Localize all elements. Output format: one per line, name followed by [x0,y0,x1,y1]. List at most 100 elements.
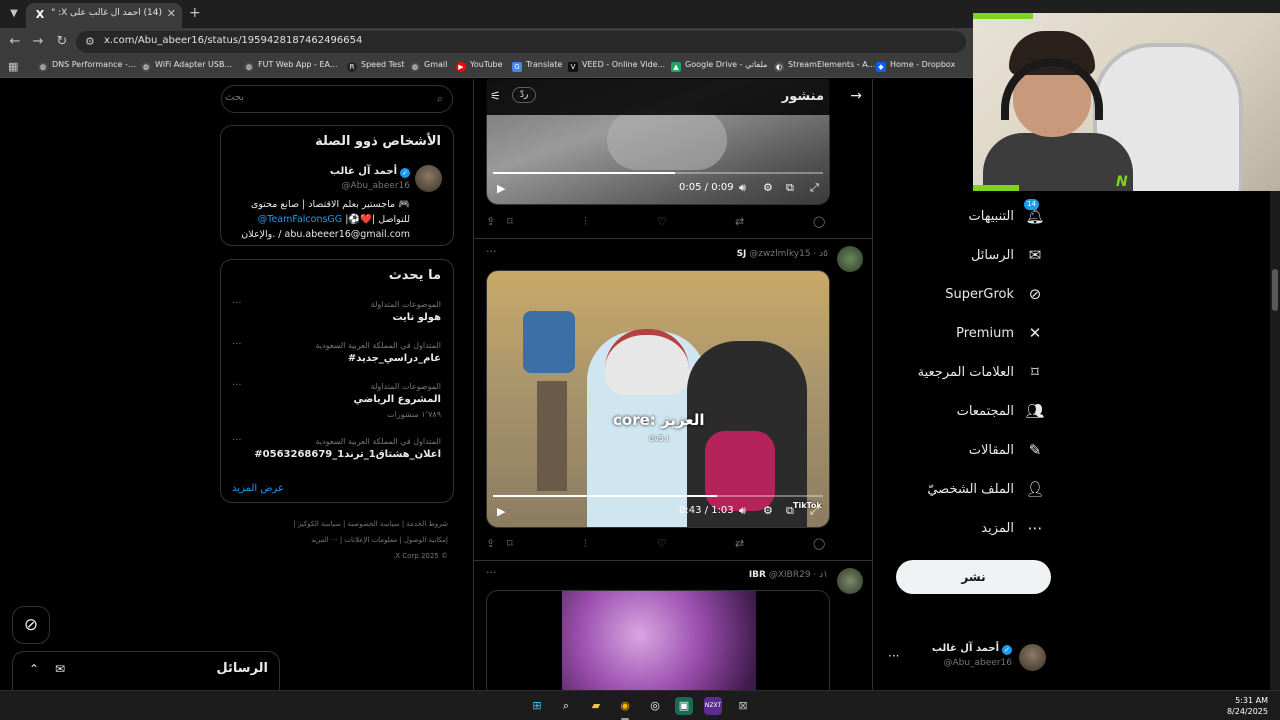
like-icon[interactable]: ♡ [657,537,667,550]
bookmark-item[interactable]: ◍ WiFi Adapter USB... [141,60,232,72]
video-progress[interactable] [493,495,823,497]
volume-icon[interactable]: 🔊︎ [739,504,746,518]
bookmark-item[interactable]: ▶ YouTube [456,60,503,72]
file-explorer-icon[interactable]: ▰ [587,697,605,715]
repost-icon[interactable]: ⇄ [735,215,744,228]
account-switcher[interactable]: أحمد آل غالب ✓ @Abu_abeer16 ··· [886,639,1046,675]
pip-icon[interactable]: ⧉ [786,181,794,195]
views-icon[interactable]: ⫶ [584,215,587,229]
post-divider [474,560,872,561]
more-icon[interactable]: ··· [888,649,899,663]
nav-item-more[interactable]: المزيد ⋯ [900,513,1044,543]
nav-item-messages[interactable]: الرسائل ✉ [900,240,1044,270]
obs-icon[interactable]: ◎ [646,697,664,715]
bookmark-item[interactable]: ◍ FUT Web App - EA... [244,60,338,72]
avatar[interactable] [415,165,442,192]
arrow-right-icon[interactable]: → [850,88,862,104]
more-icon[interactable]: ··· [486,245,497,258]
chevron-up-icon[interactable]: ⌃ [29,662,39,676]
play-icon[interactable]: ▶ [497,182,505,195]
share-icon[interactable]: ⇪ [486,215,495,228]
bio-link[interactable]: @TeamFalconsGG [258,214,342,225]
browser-tab[interactable]: X (14) أحمد آل غالب على X: "الميزة ✕ [26,3,182,28]
nav-item-communities[interactable]: المجتمعات 👥︎ [900,396,1045,426]
show-more-link[interactable]: عرض المزيد [232,483,284,494]
new-message-icon[interactable]: ✉ [55,662,65,676]
repost-icon[interactable]: ⇄ [735,537,744,550]
footer-line[interactable]: إمكانية الوصول | معلومات الإعلانات | ···… [226,532,448,548]
app-icon[interactable]: ▣ [675,697,693,715]
share-icon[interactable]: ⇪ [486,537,495,550]
fullscreen-icon[interactable]: ⤢ [810,181,819,195]
close-icon[interactable]: ✕ [167,7,176,20]
search-input[interactable]: بحث ⌕ [221,85,453,113]
more-icon[interactable]: ··· [232,339,242,350]
app-icon[interactable]: ⊠ [734,697,752,715]
more-icon[interactable]: ··· [232,298,242,309]
trend-name[interactable]: هولو نايت [392,312,441,323]
reload-icon[interactable]: ↻ [53,33,71,51]
nav-item-articles[interactable]: المقالات ✎ [900,435,1044,465]
nav-item-supergrok[interactable]: SuperGrok ⊘ [900,279,1044,309]
bookmark-item[interactable]: R Speed Test [347,60,404,72]
trend-name[interactable]: #اعلان_هشتاق1_ترند1_0563268679 [254,449,441,460]
apps-grid-icon[interactable]: ▦ [8,60,18,73]
post-button[interactable]: نشر [896,560,1051,594]
site-info-icon[interactable]: ⚙ [85,35,95,48]
post-video[interactable]: core: العزيز dv5.l TikTok ▶ 0:43 / 1:03 … [486,270,830,528]
bookmark-item[interactable]: ◐ StreamElements - A... [774,60,875,72]
settings-icon[interactable]: ⚙ [763,181,773,194]
reply-button[interactable]: ردّ [512,87,537,103]
reply-icon[interactable]: ◯ [813,537,825,550]
dropbox-icon: ◆ [876,62,886,72]
more-icon[interactable]: ··· [232,435,242,446]
new-tab-icon[interactable]: + [189,5,201,21]
related-person-name[interactable]: أحمد آل غالب ✓ [330,166,410,178]
forward-icon[interactable]: → [29,33,47,51]
more-icon[interactable]: ··· [486,566,497,579]
reply-icon[interactable]: ◯ [813,215,825,228]
filter-icon[interactable]: ⚟ [490,89,501,103]
bookmark-item[interactable]: ◍ DNS Performance -... [38,60,136,72]
avatar[interactable] [837,246,863,272]
nav-item-premium[interactable]: Premium ✕ [900,318,1044,348]
pip-icon[interactable]: ⧉ [786,504,794,518]
like-icon[interactable]: ♡ [657,215,667,228]
grok-button[interactable]: ⊘ [12,606,50,644]
bookmark-item[interactable]: V VEED - Online Vide... [568,60,665,72]
video-progress[interactable] [493,172,823,174]
nav-item-profile[interactable]: الملف الشخصيّ 👤︎ [900,474,1044,504]
address-bar[interactable]: ⚙ x.com/Abu_abeer16/status/1959428187462… [76,31,966,53]
taskbar-clock[interactable]: 5:31 AM 8/24/2025 [1227,695,1268,717]
scrollbar-thumb[interactable] [1272,269,1278,311]
messages-drawer[interactable]: الرسائل ✉ ⌃ [12,651,280,690]
bookmark-item[interactable]: ◆ Home - Dropbox [876,60,955,72]
nzxt-icon[interactable]: NZXT [704,697,722,715]
nav-item-bookmarks[interactable]: العلامات المرجعية ⌑ [900,357,1044,387]
tab-search-icon[interactable]: ▼ [6,6,22,22]
footer-line[interactable]: شروط الخدمة | سياسة الخصوصية | سياسة الك… [226,516,448,532]
bookmark-item[interactable]: ▲ Google Drive - ملفاتي [671,60,767,72]
search-icon[interactable]: ⌕ [557,697,575,715]
bookmark-icon[interactable]: ⌑ [507,215,513,228]
settings-icon[interactable]: ⚙ [763,504,773,517]
bookmark-item[interactable]: G Translate [512,60,562,72]
x-logo-icon: X [35,8,45,21]
video-controls: ▶ 0:43 / 1:03 🔊︎ ⚙ ⧉ ⤢ [487,491,829,527]
bookmark-icon[interactable]: ⌑ [507,537,513,550]
back-icon[interactable]: ← [6,33,24,51]
nav-item-notifications[interactable]: التنبيهات 🔔︎ 14 [900,199,1045,231]
more-icon[interactable]: ··· [232,380,242,391]
chrome-icon[interactable]: ◉ [616,697,634,715]
windows-start-icon[interactable]: ⊞ [528,697,546,715]
post-meta: SJ @zwzlmlky15 · ٥د [736,249,828,259]
trend-name[interactable]: #عام_دراسي_جديد [348,353,441,364]
fullscreen-icon[interactable]: ⤢ [810,504,819,518]
trend-name[interactable]: المشروع الرياضي [353,394,441,405]
volume-icon[interactable]: 🔊︎ [739,181,746,195]
bookmark-item[interactable]: ◍ Gmail [410,60,447,72]
post-image[interactable] [486,590,830,690]
avatar[interactable] [837,568,863,594]
views-icon[interactable]: ⫶ [584,537,587,551]
play-icon[interactable]: ▶ [497,505,505,518]
